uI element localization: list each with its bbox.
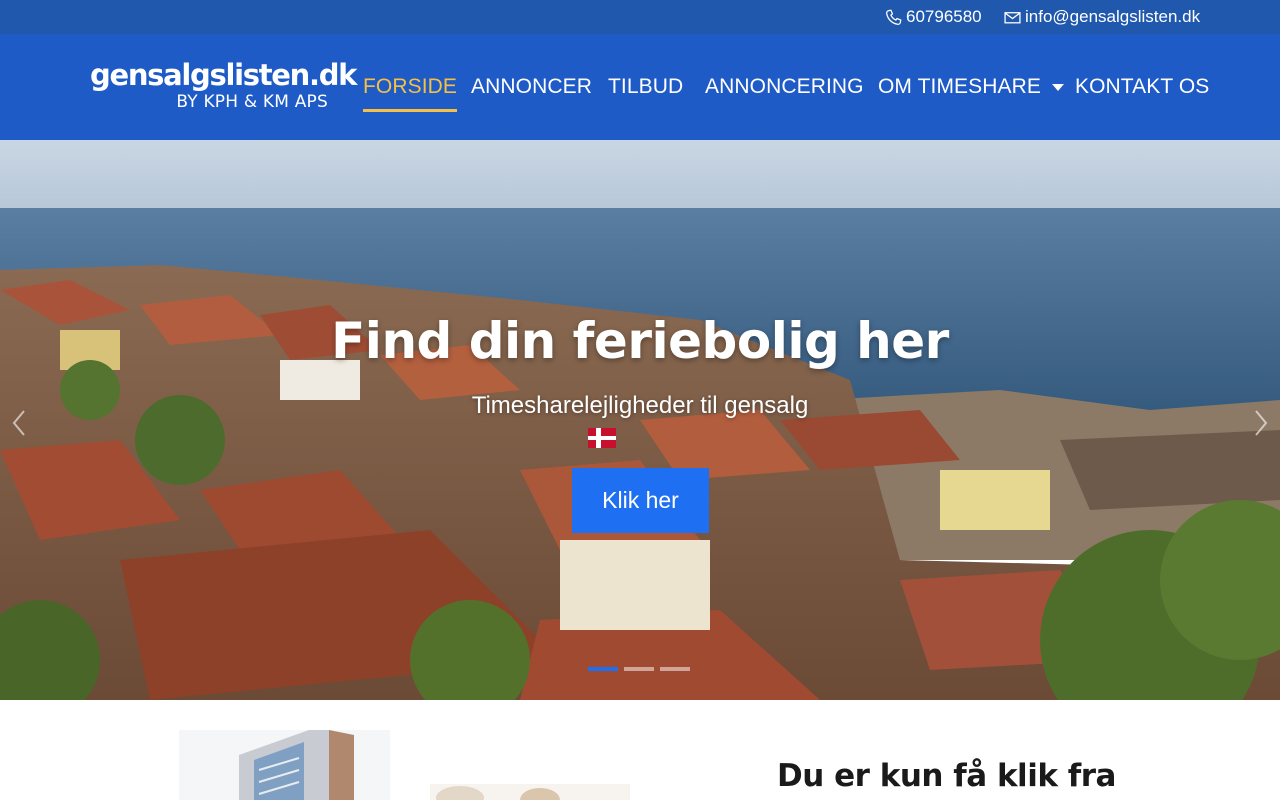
carousel-next-button[interactable] — [1252, 408, 1270, 438]
caret-down-icon — [1052, 83, 1064, 91]
building-image — [179, 730, 390, 800]
hero-subtitle: Timesharelejligheder til gensalg — [471, 392, 809, 419]
site-logo[interactable]: gensalgslisten.dk BY KPH & KM APS — [90, 58, 357, 118]
carousel-indicator[interactable] — [660, 667, 690, 671]
envelope-icon — [1004, 11, 1021, 23]
people-image — [430, 784, 630, 800]
nav-om-timeshare[interactable]: OM TIMESHARE — [878, 34, 1064, 140]
email-address: info@gensalgslisten.dk — [1025, 7, 1201, 26]
carousel-indicators — [588, 667, 690, 671]
email-link[interactable]: info@gensalgslisten.dk — [1004, 0, 1200, 34]
nav-om-timeshare-label: OM TIMESHARE — [878, 75, 1041, 98]
top-contact-bar: 60796580 info@gensalgslisten.dk — [0, 0, 1280, 34]
phone-icon — [886, 9, 902, 25]
phone-number: 60796580 — [906, 7, 982, 26]
carousel-indicator[interactable] — [624, 667, 654, 671]
intro-section: Du er kun få klik fra — [0, 700, 1280, 800]
logo-subtitle: BY KPH & KM APS — [176, 92, 328, 112]
hero-carousel: Find din feriebolig her Timesharelejligh… — [0, 140, 1280, 700]
chevron-left-icon — [12, 410, 25, 436]
hero-background-image — [0, 140, 1280, 700]
main-navbar: gensalgslisten.dk BY KPH & KM APS FORSID… — [0, 34, 1280, 140]
hero-cta-button[interactable]: Klik her — [572, 468, 709, 533]
carousel-prev-button[interactable] — [10, 408, 28, 438]
phone-link[interactable]: 60796580 — [885, 0, 982, 34]
carousel-indicator[interactable] — [588, 667, 618, 671]
hero-title: Find din feriebolig her — [331, 312, 949, 370]
nav-forside[interactable]: FORSIDE — [363, 34, 458, 140]
nav-annoncering[interactable]: ANNONCERING — [705, 34, 864, 140]
section-heading: Du er kun få klik fra — [777, 758, 1116, 794]
nav-tilbud[interactable]: TILBUD — [608, 34, 683, 140]
logo-title: gensalgslisten.dk — [90, 58, 357, 92]
chevron-right-icon — [1255, 410, 1268, 436]
nav-kontakt-os[interactable]: KONTAKT OS — [1075, 34, 1209, 140]
nav-annoncer[interactable]: ANNONCER — [471, 34, 592, 140]
